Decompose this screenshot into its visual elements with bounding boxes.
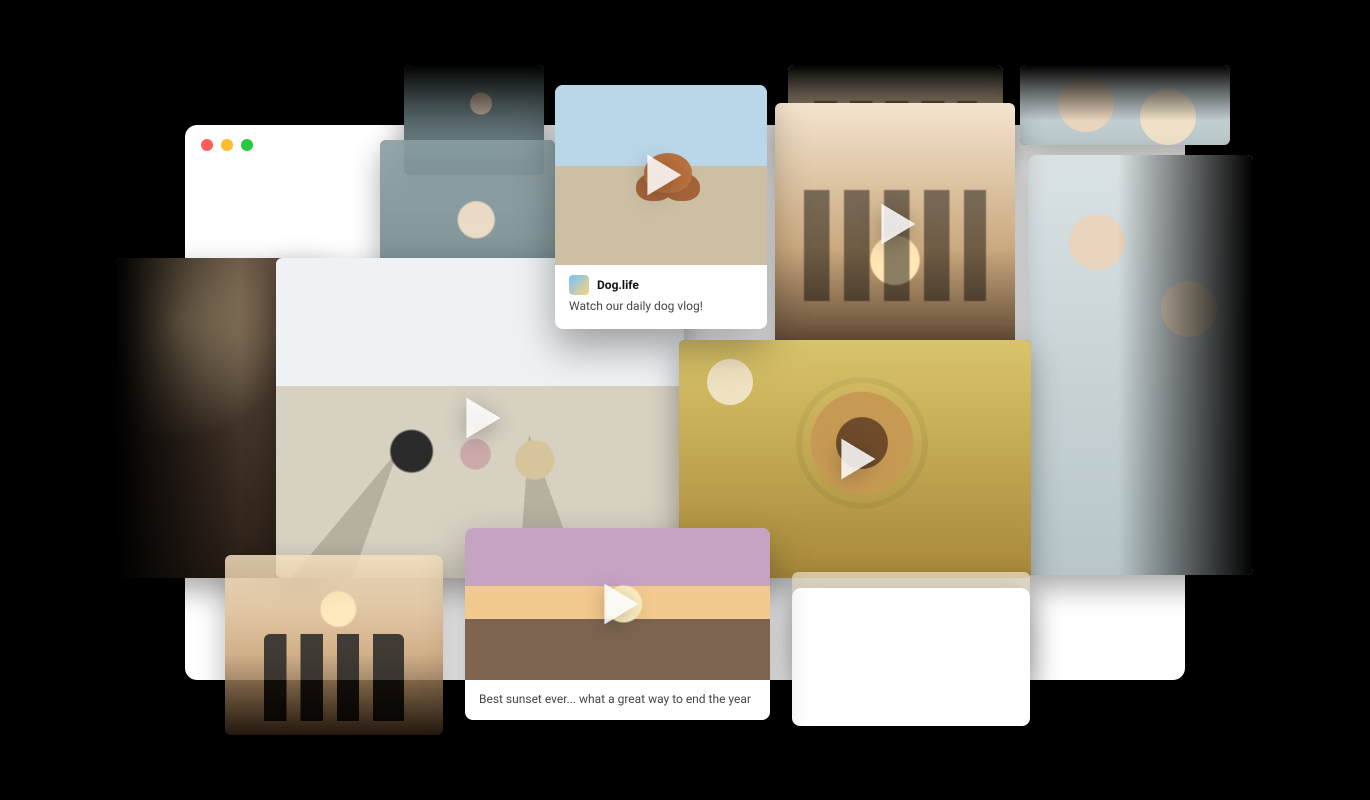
blank [792,588,1030,726]
thumbnail [775,103,1015,345]
card-caption: Watch our daily dog vlog! [569,299,753,315]
video-tile[interactable] [1028,155,1253,575]
thumbnail [465,528,770,680]
video-tile[interactable] [225,555,443,735]
avatar [569,275,589,295]
card-footer: Best sunset ever... what a great way to … [465,680,770,720]
thumbnail [555,85,767,265]
video-card-sunset[interactable]: Best sunset ever... what a great way to … [465,528,770,720]
card-caption: Best sunset ever... what a great way to … [479,692,756,708]
card-placeholder [792,588,1030,726]
thumbnail [1020,65,1230,145]
video-tile[interactable] [1020,65,1230,145]
thumbnail [225,555,443,735]
thumbnail [1028,155,1253,575]
video-card-dog[interactable]: Dog.life Watch our daily dog vlog! [555,85,767,329]
author-name: Dog.life [597,278,639,292]
window-minimize-icon[interactable] [221,139,233,151]
video-tile[interactable] [775,103,1015,345]
card-footer: Dog.life Watch our daily dog vlog! [555,265,767,329]
window-close-icon[interactable] [201,139,213,151]
window-zoom-icon[interactable] [241,139,253,151]
